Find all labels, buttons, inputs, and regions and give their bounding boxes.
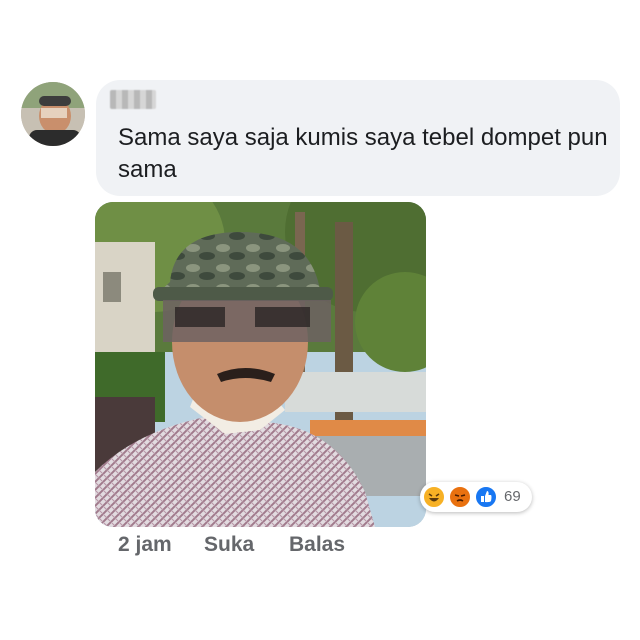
comment-timestamp[interactable]: 2 jam xyxy=(118,531,172,559)
angry-icon xyxy=(448,485,472,509)
like-button[interactable]: Suka xyxy=(204,531,254,559)
comment-text: Sama saya saja kumis saya tebel dompet p… xyxy=(118,124,608,183)
like-icon xyxy=(474,485,498,509)
avatar-image xyxy=(21,82,85,146)
comment-photo[interactable] xyxy=(95,202,426,527)
haha-icon xyxy=(422,485,446,509)
reaction-count: 69 xyxy=(504,488,521,505)
reply-button[interactable]: Balas xyxy=(289,531,345,559)
comment-author-name-blurred[interactable] xyxy=(110,90,156,109)
reaction-summary[interactable]: 69 xyxy=(420,482,532,512)
comment-bubble: Sama saya saja kumis saya tebel dompet p… xyxy=(96,80,620,196)
selfie-photo-image xyxy=(95,202,426,527)
commenter-avatar[interactable] xyxy=(21,82,85,146)
